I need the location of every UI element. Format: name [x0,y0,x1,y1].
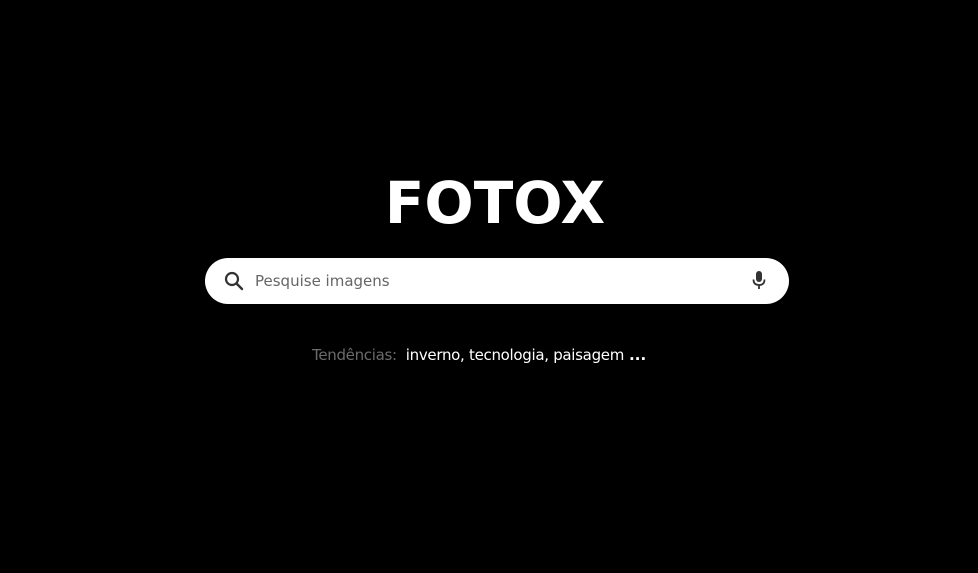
microphone-icon[interactable] [751,270,767,292]
trends-more[interactable]: ... [629,346,646,364]
page: FOTOX Tendências: inverno, tecnologia, p… [0,0,978,573]
logo: FOTOX [384,169,606,237]
search-icon [224,271,244,291]
trends-row: Tendências: inverno, tecnologia, paisage… [312,344,646,366]
trends-list[interactable]: inverno, tecnologia, paisagem [406,346,625,364]
search-input[interactable] [255,258,735,304]
search-bar [205,258,789,304]
trends-label: Tendências: [312,346,397,364]
